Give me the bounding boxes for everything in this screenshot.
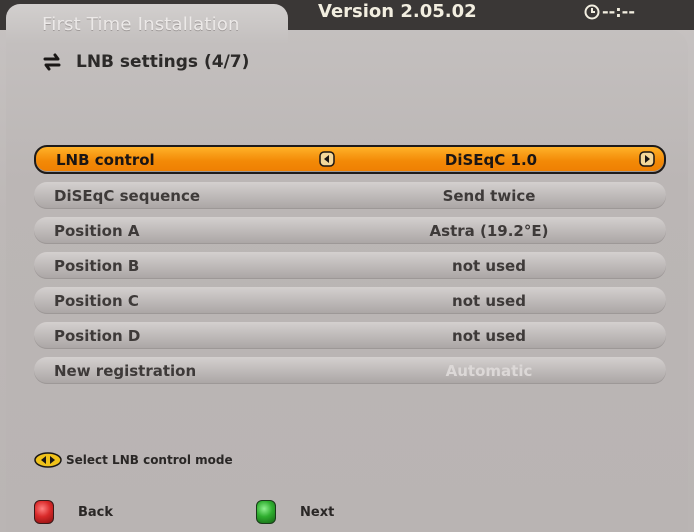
- row-label: Position D: [54, 327, 141, 345]
- back-label: Back: [78, 504, 114, 520]
- row-label: Position C: [54, 292, 139, 310]
- row-position-b[interactable]: Position B not used: [34, 252, 666, 279]
- clock-icon: [584, 4, 600, 19]
- row-label: New registration: [54, 362, 197, 380]
- green-key-icon: [256, 500, 276, 524]
- row-value: Astra (19.2°E): [429, 222, 549, 240]
- settings-list: LNB control DiSEqC 1.0 DiSEqC sequence S…: [34, 145, 666, 392]
- row-new-registration: New registration Automatic: [34, 357, 666, 384]
- red-key-icon: [34, 500, 54, 524]
- lnb-arrows-icon: [43, 53, 61, 71]
- back-button[interactable]: Back: [34, 500, 113, 524]
- row-label: Position A: [54, 222, 140, 240]
- next-button[interactable]: Next: [256, 500, 334, 524]
- row-position-a[interactable]: Position A Astra (19.2°E): [34, 217, 666, 244]
- row-value: Send twice: [442, 187, 536, 205]
- row-position-d[interactable]: Position D not used: [34, 322, 666, 349]
- hint-text: Select LNB control mode: [66, 453, 233, 467]
- app-title: First Time Installation: [42, 14, 240, 35]
- row-label: Position B: [54, 257, 140, 275]
- row-value: not used: [452, 257, 526, 275]
- screen: First Time Installation Version 2.05.02 …: [0, 0, 694, 532]
- row-value: not used: [452, 327, 526, 345]
- row-value: DiSEqC 1.0: [444, 151, 538, 169]
- row-label: LNB control: [56, 151, 155, 169]
- page-title: LNB settings (4/7): [76, 52, 250, 72]
- row-value: not used: [452, 292, 526, 310]
- right-arrow-icon[interactable]: [639, 151, 655, 167]
- clock-time: --:--: [602, 2, 635, 21]
- next-label: Next: [300, 504, 335, 520]
- row-lnb-control[interactable]: LNB control DiSEqC 1.0: [34, 145, 666, 174]
- row-diseqc-sequence[interactable]: DiSEqC sequence Send twice: [34, 182, 666, 209]
- version-label: Version 2.05.02: [318, 1, 477, 22]
- row-value: Automatic: [445, 362, 533, 380]
- help-hint: Select LNB control mode: [34, 452, 233, 468]
- clock-display: --:--: [584, 2, 635, 21]
- page-header: LNB settings (4/7): [42, 52, 249, 72]
- row-position-c[interactable]: Position C not used: [34, 287, 666, 314]
- left-arrow-icon[interactable]: [319, 151, 335, 167]
- row-label: DiSEqC sequence: [54, 187, 201, 205]
- left-right-keys-icon: [34, 452, 62, 468]
